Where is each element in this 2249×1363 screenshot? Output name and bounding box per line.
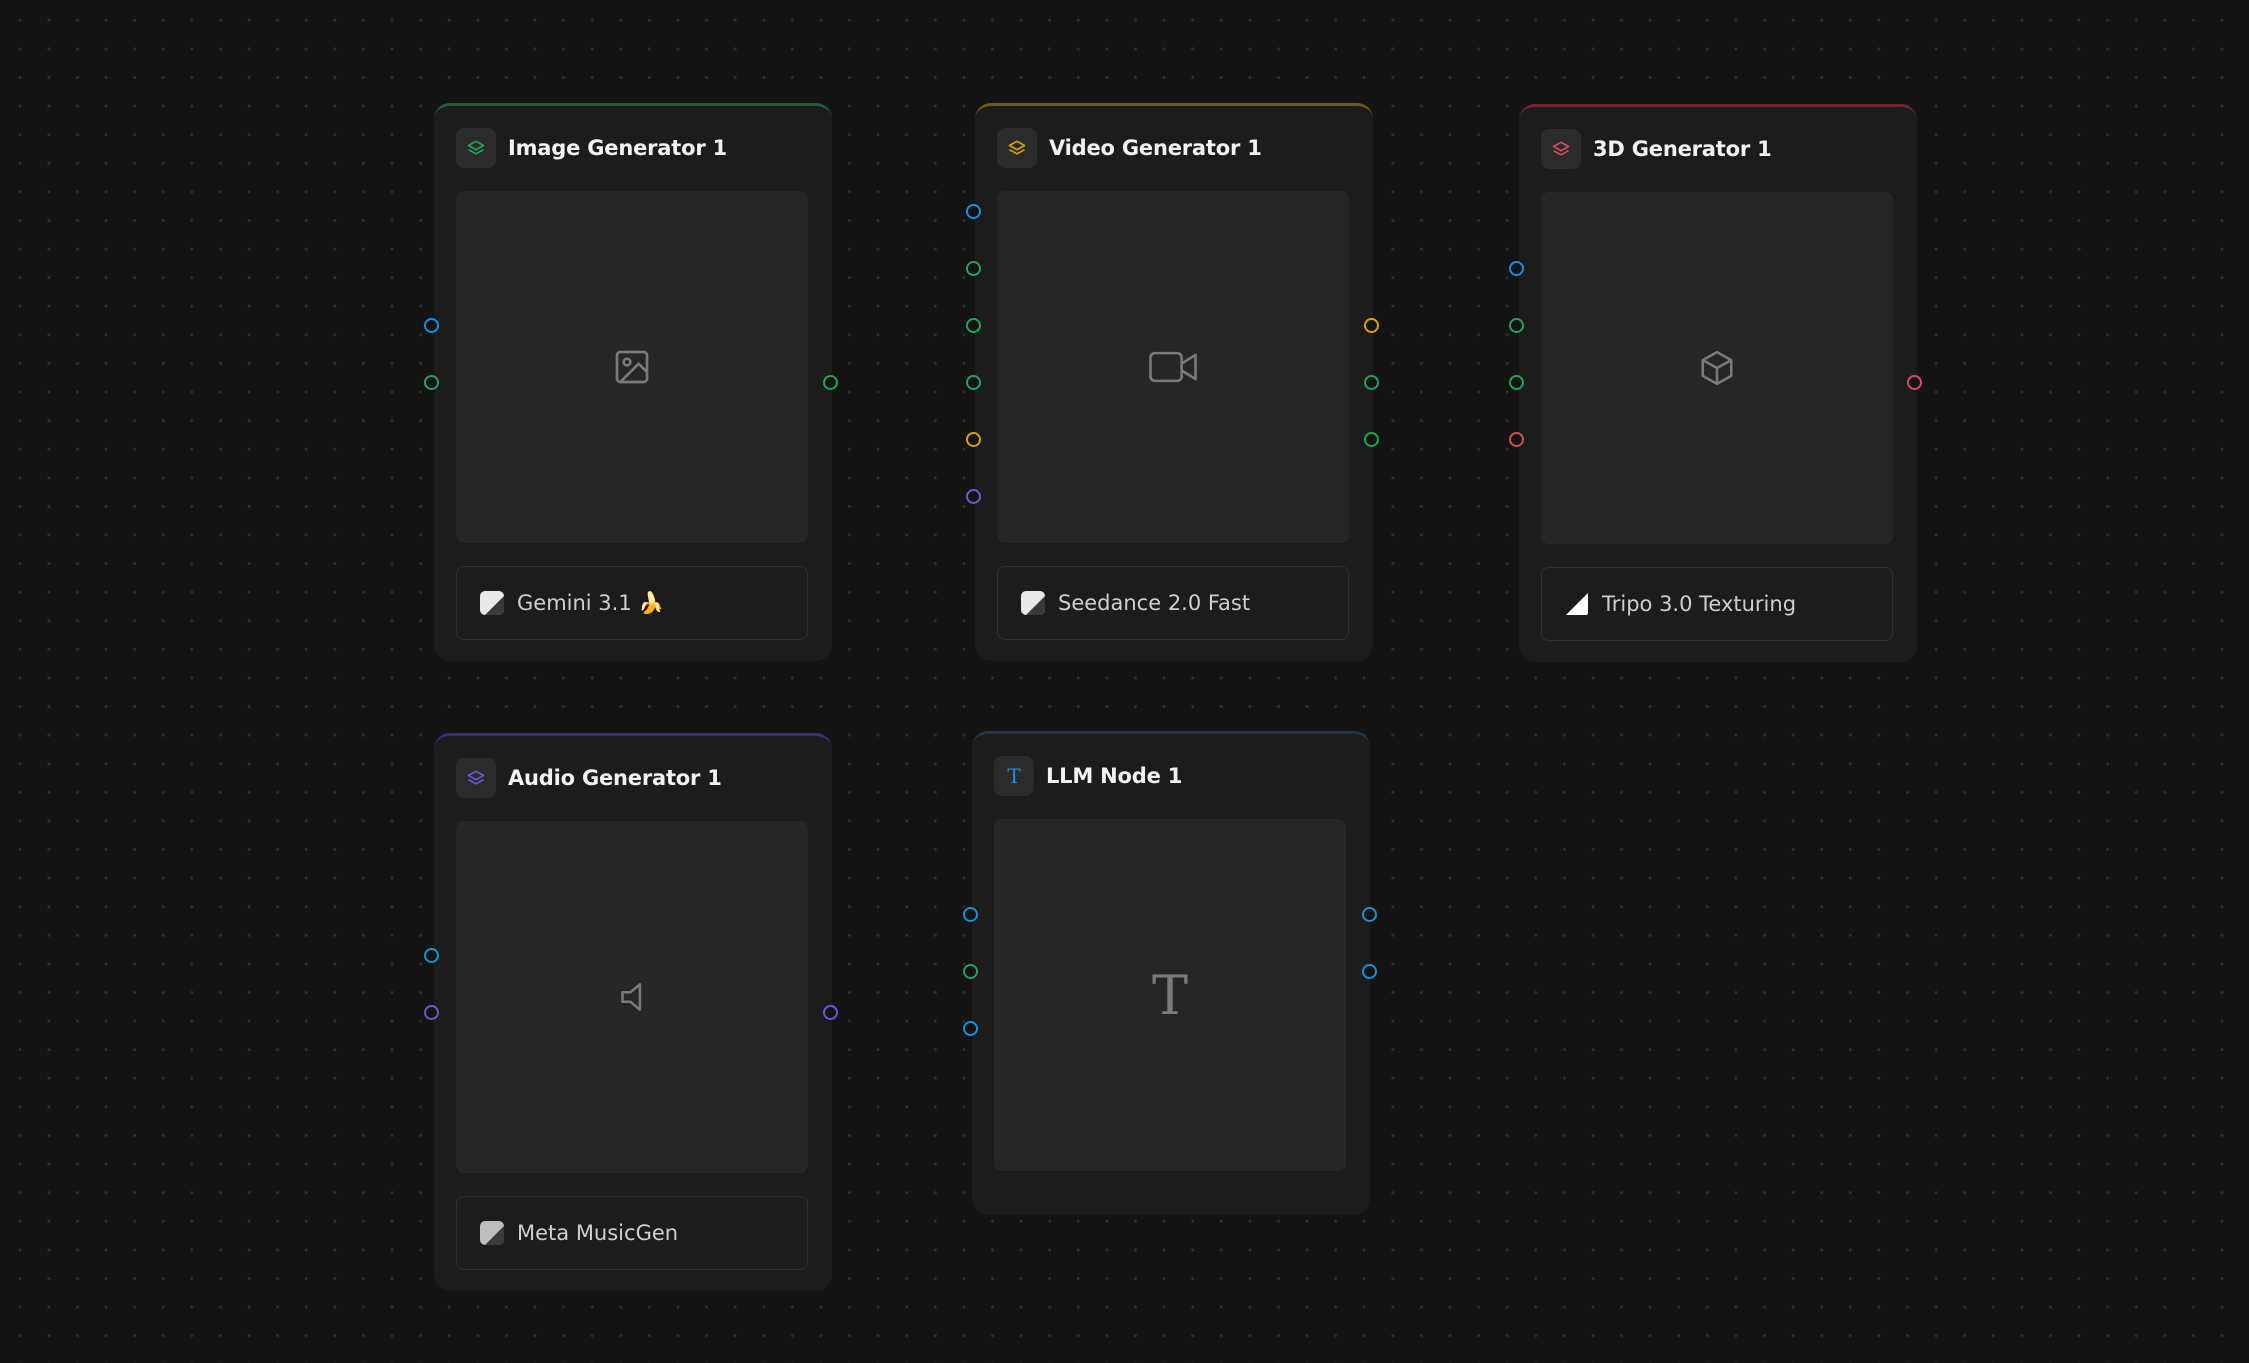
input-port[interactable] bbox=[966, 261, 981, 276]
video-camera-icon bbox=[1149, 351, 1197, 383]
preview-area[interactable]: T bbox=[994, 819, 1346, 1171]
input-port[interactable] bbox=[1509, 261, 1524, 276]
text-icon: T bbox=[1151, 963, 1189, 1027]
input-port[interactable] bbox=[963, 1021, 978, 1036]
output-port[interactable] bbox=[1362, 907, 1377, 922]
node-title: Audio Generator 1 bbox=[508, 766, 722, 790]
image-icon bbox=[615, 350, 649, 384]
output-port[interactable] bbox=[1362, 964, 1377, 979]
input-port[interactable] bbox=[424, 375, 439, 390]
model-label: Seedance 2.0 Fast bbox=[1058, 591, 1251, 615]
preview-area[interactable] bbox=[997, 191, 1349, 543]
model-label: Gemini 3.1 🍌 bbox=[517, 590, 665, 615]
node-audio-generator[interactable]: Audio Generator 1 Meta MusicGen bbox=[434, 733, 832, 1291]
layers-icon bbox=[1541, 129, 1581, 169]
input-port[interactable] bbox=[1509, 318, 1524, 333]
model-selector[interactable]: Meta MusicGen bbox=[456, 1196, 808, 1270]
node-title: Image Generator 1 bbox=[508, 136, 727, 160]
node-title: 3D Generator 1 bbox=[1593, 137, 1772, 161]
input-port[interactable] bbox=[966, 489, 981, 504]
node-header: T LLM Node 1 bbox=[994, 755, 1182, 797]
input-port[interactable] bbox=[1509, 375, 1524, 390]
model-selector[interactable]: Tripo 3.0 Texturing bbox=[1541, 567, 1893, 641]
text-icon: T bbox=[994, 756, 1034, 796]
output-port[interactable] bbox=[823, 375, 838, 390]
model-selector[interactable]: Seedance 2.0 Fast bbox=[997, 566, 1349, 640]
input-port[interactable] bbox=[424, 1005, 439, 1020]
input-port[interactable] bbox=[424, 318, 439, 333]
model-logo-icon bbox=[480, 1221, 504, 1245]
node-title: LLM Node 1 bbox=[1046, 764, 1183, 788]
model-logo-icon bbox=[1566, 593, 1588, 615]
node-3d-generator[interactable]: 3D Generator 1 Tripo 3.0 Texturing bbox=[1519, 104, 1917, 662]
model-logo-icon bbox=[1021, 591, 1045, 615]
input-port[interactable] bbox=[966, 432, 981, 447]
node-header: 3D Generator 1 bbox=[1541, 128, 1772, 170]
speaker-icon bbox=[621, 983, 642, 1011]
layers-icon bbox=[997, 128, 1037, 168]
preview-area[interactable] bbox=[456, 821, 808, 1173]
model-logo-icon bbox=[480, 591, 504, 615]
layers-icon bbox=[456, 758, 496, 798]
model-label: Tripo 3.0 Texturing bbox=[1602, 592, 1797, 616]
workflow-canvas[interactable]: Image Generator 1 Gemini 3.1 🍌 Video Gen bbox=[0, 0, 2249, 1363]
model-selector[interactable]: Gemini 3.1 🍌 bbox=[456, 566, 808, 640]
node-title: Video Generator 1 bbox=[1049, 136, 1262, 160]
input-port[interactable] bbox=[966, 375, 981, 390]
input-port[interactable] bbox=[424, 948, 439, 963]
input-port[interactable] bbox=[966, 318, 981, 333]
node-llm[interactable]: T LLM Node 1 T bbox=[972, 731, 1370, 1215]
preview-area[interactable] bbox=[1541, 192, 1893, 544]
node-header: Image Generator 1 bbox=[456, 127, 727, 169]
output-port[interactable] bbox=[1364, 432, 1379, 447]
node-video-generator[interactable]: Video Generator 1 Seedance 2.0 Fast bbox=[975, 103, 1373, 661]
output-port[interactable] bbox=[1907, 375, 1922, 390]
preview-area[interactable] bbox=[456, 191, 808, 543]
node-header: Video Generator 1 bbox=[997, 127, 1262, 169]
input-port[interactable] bbox=[966, 204, 981, 219]
input-port[interactable] bbox=[963, 907, 978, 922]
input-port[interactable] bbox=[1509, 432, 1524, 447]
output-port[interactable] bbox=[823, 1005, 838, 1020]
output-port[interactable] bbox=[1364, 375, 1379, 390]
node-header: Audio Generator 1 bbox=[456, 757, 722, 799]
output-port[interactable] bbox=[1364, 318, 1379, 333]
layers-icon bbox=[456, 128, 496, 168]
input-port[interactable] bbox=[963, 964, 978, 979]
model-label: Meta MusicGen bbox=[517, 1221, 679, 1245]
cube-icon bbox=[1701, 350, 1733, 386]
node-image-generator[interactable]: Image Generator 1 Gemini 3.1 🍌 bbox=[434, 103, 832, 661]
